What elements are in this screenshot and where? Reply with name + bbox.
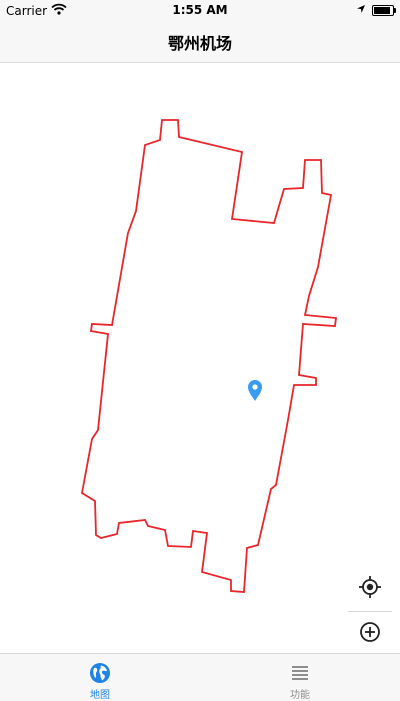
tab-features[interactable]: 功能 <box>200 654 400 701</box>
locate-icon <box>358 575 382 603</box>
tab-features-label: 功能 <box>290 690 310 701</box>
status-bar: Carrier 1:55 AM <box>0 0 400 20</box>
tab-bar: 地图 功能 <box>0 653 400 701</box>
zoom-in-icon <box>358 620 382 648</box>
globe-icon <box>89 662 111 684</box>
navigation-bar: 鄂州机场 <box>0 20 400 63</box>
control-divider <box>348 611 392 612</box>
map-canvas[interactable] <box>0 63 400 653</box>
tab-map-label: 地图 <box>90 690 110 701</box>
airport-boundary <box>81 119 338 593</box>
battery-fill <box>374 6 391 14</box>
map-view[interactable] <box>0 63 400 687</box>
list-icon <box>290 662 310 684</box>
locate-button[interactable] <box>348 569 392 609</box>
page-title: 鄂州机场 <box>167 34 232 53</box>
tab-map[interactable]: 地图 <box>0 654 200 701</box>
battery-icon <box>372 4 396 16</box>
status-right <box>356 3 396 17</box>
status-time: 1:55 AM <box>172 3 228 17</box>
location-pin-icon[interactable] <box>248 380 262 401</box>
zoom-in-button[interactable] <box>348 614 392 654</box>
location-arrow-icon <box>356 3 366 17</box>
pin-center <box>252 384 258 390</box>
